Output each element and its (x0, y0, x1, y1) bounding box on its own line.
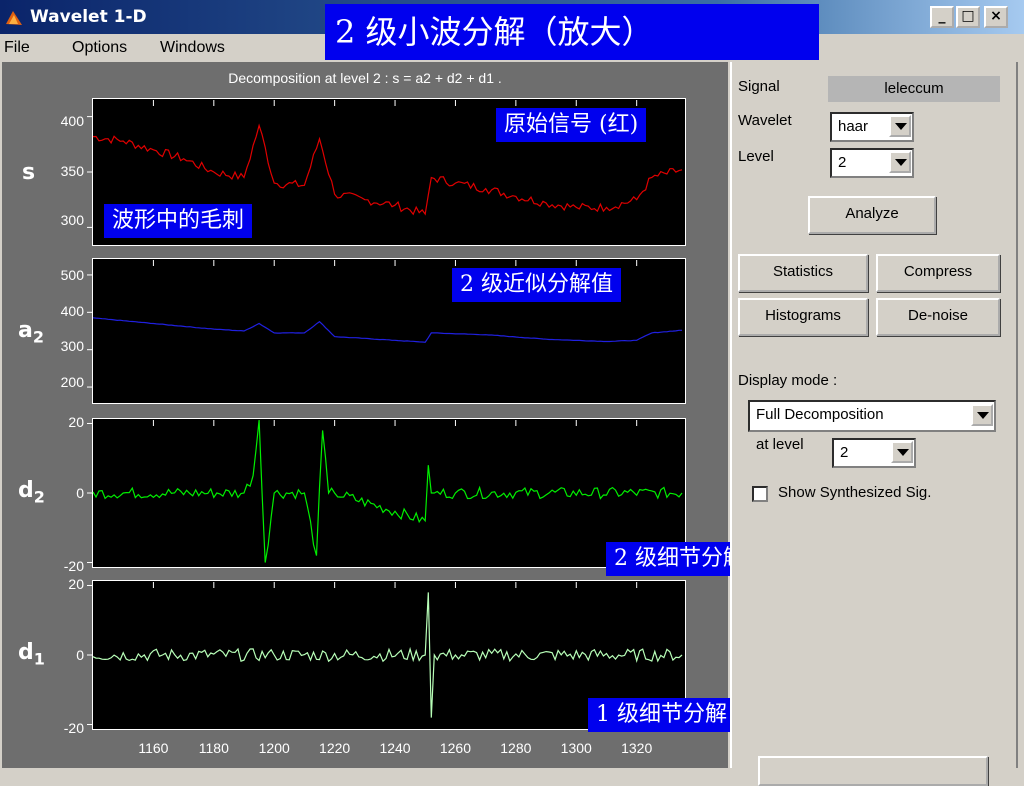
at-level-select-value: 2 (840, 444, 849, 461)
close-button[interactable]: × (984, 6, 1008, 28)
ytick-d2-minus20: -20 (63, 558, 84, 574)
chevron-down-icon[interactable] (971, 404, 993, 426)
xtick-label: 1300 (560, 740, 592, 756)
analyze-button[interactable]: Analyze (808, 196, 936, 234)
menu-file[interactable]: File (4, 39, 30, 57)
ytick-d1-0: 0 (76, 647, 84, 663)
ytick-d1-minus20: -20 (63, 720, 84, 736)
level-select-value: 2 (838, 154, 847, 171)
ytick-s-300: 300 (60, 212, 84, 228)
plot-title: Decomposition at level 2 : s = a2 + d2 +… (228, 70, 502, 86)
xtick-label: 1220 (319, 740, 351, 756)
xtick-label: 1160 (138, 740, 169, 756)
display-mode-select[interactable]: Full Decomposition (748, 400, 996, 432)
ytick-d2-0: 0 (76, 485, 84, 501)
level-label: Level (738, 148, 774, 165)
wavelet-label: Wavelet (738, 112, 792, 129)
ytick-s-400: 400 (60, 113, 84, 129)
xtick-label: 1240 (379, 740, 411, 756)
wavelet-select[interactable]: haar (830, 112, 914, 142)
menu-windows[interactable]: Windows (160, 39, 225, 57)
denoise-button[interactable]: De-noise (876, 298, 1000, 336)
compress-button[interactable]: Compress (876, 254, 1000, 292)
level-select[interactable]: 2 (830, 148, 914, 178)
overlay-title: 2 级小波分解（放大） (325, 4, 819, 60)
xtick-label: 1200 (258, 740, 290, 756)
ytick-a2-200: 200 (60, 374, 84, 390)
statistics-button[interactable]: Statistics (738, 254, 868, 292)
chevron-down-icon[interactable] (889, 151, 911, 173)
xtick-label: 1260 (439, 740, 472, 756)
wavelet-select-value: haar (838, 118, 869, 135)
show-synthesized-label: Show Synthesized Sig. (778, 484, 932, 501)
xtick-label: 1320 (621, 740, 653, 756)
xtick-label: 1280 (500, 740, 532, 756)
minimize-button[interactable]: _ (930, 6, 954, 28)
display-mode-label: Display mode : (738, 372, 838, 389)
display-mode-select-value: Full Decomposition (756, 406, 884, 423)
annotation-original-signal: 原始信号 (红) (496, 108, 647, 142)
ylabel-s: s (22, 160, 36, 185)
ytick-a2-500: 500 (60, 267, 84, 283)
matlab-icon (6, 11, 22, 25)
bottom-button[interactable] (758, 756, 988, 786)
window-title: Wavelet 1-D (30, 7, 147, 27)
at-level-label: at level (756, 436, 804, 453)
histograms-button[interactable]: Histograms (738, 298, 868, 336)
signal-value: leleccum (828, 76, 1000, 102)
xtick-label: 1180 (198, 740, 229, 756)
chevron-down-icon[interactable] (889, 115, 911, 137)
ytick-a2-400: 400 (60, 303, 84, 319)
chevron-down-icon[interactable] (891, 441, 913, 463)
ytick-a2-300: 300 (60, 338, 84, 354)
annotation-approx: 2 级近似分解值 (452, 268, 621, 302)
menu-options[interactable]: Options (72, 39, 127, 57)
ytick-s-350: 350 (60, 163, 84, 179)
show-synthesized-checkbox[interactable] (752, 486, 768, 502)
ytick-d1-20: 20 (68, 576, 84, 592)
annotation-spikes: 波形中的毛刺 (104, 204, 253, 238)
at-level-select[interactable]: 2 (832, 438, 916, 468)
signal-label: Signal (738, 78, 780, 95)
ytick-d2-20: 20 (68, 414, 84, 430)
axis-d2 (92, 418, 686, 568)
panel-edge (1016, 62, 1024, 768)
maximize-button[interactable]: □ (956, 6, 980, 28)
